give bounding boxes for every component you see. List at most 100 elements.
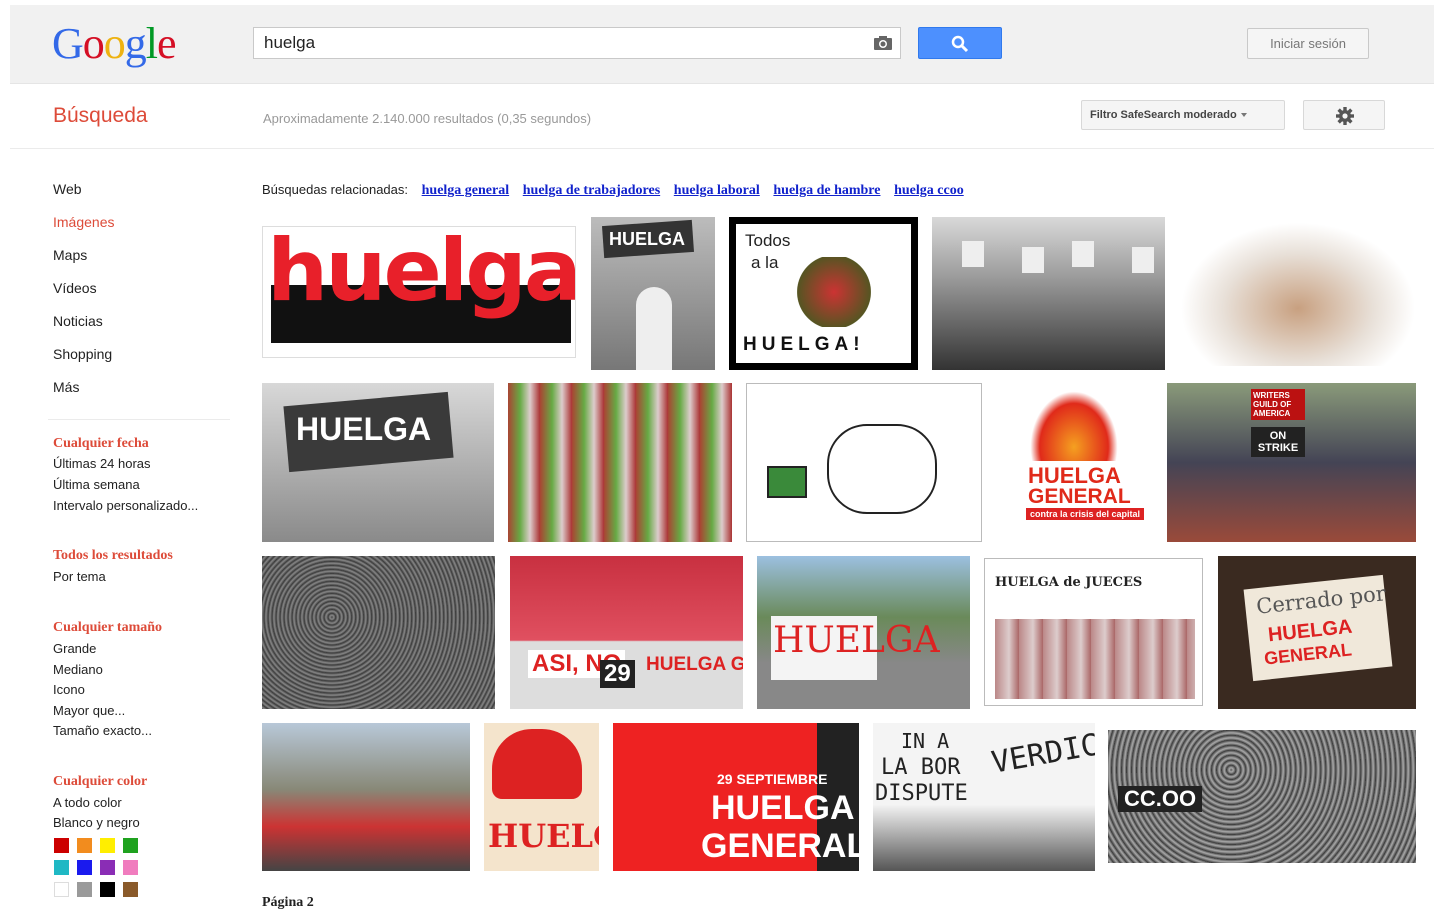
image-caption: Todos <box>745 231 791 250</box>
color-swatch[interactable] <box>54 882 69 897</box>
tool-option[interactable]: Tamaño exacto... <box>53 723 152 738</box>
tool-option[interactable]: Mediano <box>53 662 103 677</box>
image-result[interactable]: HUELGA de JUECES <box>984 558 1203 706</box>
image-result[interactable]: Todos a la HUELGA! <box>729 217 918 370</box>
image-result[interactable]: ASI, NO 29 HUELGA G <box>510 556 743 709</box>
image-caption: WRITERS GUILD OF AMERICA <box>1251 389 1305 420</box>
nav-item-more[interactable]: Más <box>53 379 79 395</box>
tool-option[interactable]: Grande <box>53 641 96 656</box>
cartoon-graphic <box>995 619 1195 699</box>
tool-option[interactable]: Blanco y negro <box>53 815 140 830</box>
divider <box>48 419 230 420</box>
signin-button[interactable]: Iniciar sesión <box>1247 28 1369 59</box>
image-result[interactable] <box>508 383 732 542</box>
color-swatch[interactable] <box>77 860 92 875</box>
related-link[interactable]: huelga ccoo <box>894 183 964 198</box>
search-box <box>253 27 901 59</box>
image-caption: LA BOR <box>881 755 961 780</box>
sign <box>1132 247 1154 273</box>
color-swatch[interactable] <box>77 838 92 853</box>
image-result[interactable] <box>932 217 1165 370</box>
image-caption: 29 <box>600 660 635 688</box>
color-swatch[interactable] <box>100 838 115 853</box>
sign <box>1022 247 1044 273</box>
logo-letter: e <box>157 19 177 68</box>
color-swatch[interactable] <box>100 882 115 897</box>
image-result[interactable] <box>746 383 982 542</box>
related-link[interactable]: huelga laboral <box>674 183 760 198</box>
logo-letter: o <box>103 19 126 68</box>
safesearch-dropdown[interactable]: Filtro SafeSearch moderado <box>1081 100 1285 130</box>
image-result[interactable]: 29 SEPTIEMBRE HUELGA GENERAL <box>613 723 859 871</box>
image-result[interactable]: HUELGA <box>591 217 715 370</box>
camera-icon[interactable] <box>873 35 893 51</box>
image-result[interactable]: HUELGA <box>484 723 599 871</box>
color-swatch[interactable] <box>77 882 92 897</box>
image-result[interactable]: CC.OO <box>1108 730 1416 863</box>
logo-letter: g <box>124 19 147 68</box>
fists-graphic <box>784 257 884 327</box>
color-swatch[interactable] <box>54 860 69 875</box>
tool-option[interactable]: Últimas 24 horas <box>53 456 151 471</box>
image-result[interactable]: WRITERS GUILD OF AMERICA ON STRIKE <box>1167 383 1416 542</box>
nav-item-news[interactable]: Noticias <box>53 313 103 329</box>
logo-letter: l <box>145 19 158 68</box>
image-caption: huelga <box>267 226 576 321</box>
image-caption: ON STRIKE <box>1251 427 1305 457</box>
image-caption: GENERAL <box>701 827 859 865</box>
image-caption: CC.OO <box>1118 786 1203 812</box>
color-swatch[interactable] <box>100 860 115 875</box>
tool-option[interactable]: A todo color <box>53 795 122 810</box>
tool-option[interactable]: Mayor que... <box>53 703 125 718</box>
pager-label[interactable]: Página 2 <box>262 895 314 911</box>
image-caption: HUELGA de JUECES <box>995 575 1143 590</box>
nav-item-videos[interactable]: Vídeos <box>53 280 97 296</box>
image-result[interactable] <box>1180 222 1416 366</box>
tool-option[interactable]: Icono <box>53 682 85 697</box>
tool-heading-results[interactable]: Todos los resultados <box>53 548 173 564</box>
image-result[interactable]: HUELGA GENERAL contra la crisis del capi… <box>1000 383 1154 542</box>
tool-heading-size[interactable]: Cualquier tamaño <box>53 620 162 636</box>
search-input[interactable] <box>254 28 854 58</box>
sign <box>1072 241 1094 267</box>
search-button[interactable] <box>918 27 1002 59</box>
tool-option[interactable]: Por tema <box>53 569 106 584</box>
image-result[interactable]: IN A LA BOR DISPUTE VERDICT <box>873 723 1095 871</box>
nav-item-web[interactable]: Web <box>53 181 82 197</box>
nav-item-images[interactable]: Imágenes <box>53 214 114 230</box>
top-bar: Google Iniciar sesión <box>10 5 1434 84</box>
section-title: Búsqueda <box>53 104 148 127</box>
image-result[interactable] <box>262 723 470 871</box>
caret-down-icon <box>1240 113 1247 118</box>
related-link[interactable]: huelga de trabajadores <box>523 183 660 198</box>
tool-option[interactable]: Intervalo personalizado... <box>53 498 198 513</box>
tool-option[interactable]: Última semana <box>53 477 140 492</box>
tv-graphic <box>767 466 807 498</box>
image-caption: HUELGA! <box>743 334 865 355</box>
nav-item-maps[interactable]: Maps <box>53 247 87 263</box>
search-icon <box>951 35 969 53</box>
settings-button[interactable] <box>1303 100 1385 130</box>
related-link[interactable]: huelga de hambre <box>773 183 880 198</box>
image-caption: IN A <box>901 729 950 753</box>
image-result[interactable] <box>262 556 495 709</box>
safesearch-label: Filtro SafeSearch moderado <box>1090 109 1237 121</box>
nav-item-shopping[interactable]: Shopping <box>53 346 112 362</box>
color-swatch[interactable] <box>123 838 138 853</box>
related-link[interactable]: huelga general <box>422 183 510 198</box>
person <box>636 287 672 370</box>
result-stats: Aproximadamente 2.140.000 resultados (0,… <box>263 111 592 126</box>
image-result[interactable]: HUELGA <box>757 556 970 709</box>
tool-heading-color[interactable]: Cualquier color <box>53 774 147 790</box>
color-swatch[interactable] <box>123 860 138 875</box>
color-swatch[interactable] <box>123 882 138 897</box>
image-caption: HUELGA <box>296 411 432 447</box>
sign <box>962 241 984 267</box>
google-logo[interactable]: Google <box>52 19 177 69</box>
image-result[interactable]: huelga <box>262 226 576 358</box>
image-result[interactable]: HUELGA <box>262 383 494 542</box>
color-swatch[interactable] <box>54 838 69 853</box>
image-caption: a la <box>751 253 779 272</box>
image-result[interactable]: Cerrado por HUELGA GENERAL <box>1218 556 1416 709</box>
tool-heading-date[interactable]: Cualquier fecha <box>53 436 149 452</box>
